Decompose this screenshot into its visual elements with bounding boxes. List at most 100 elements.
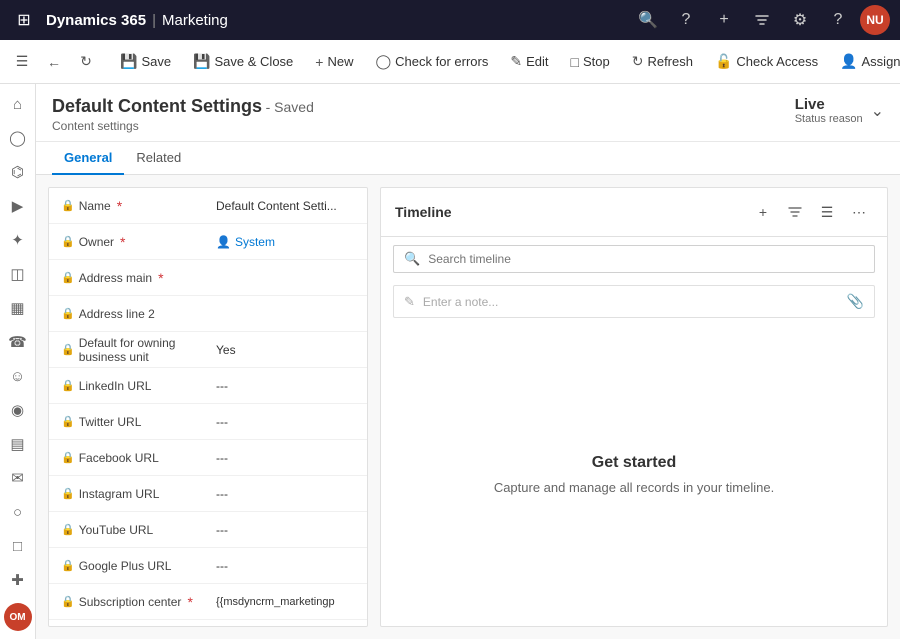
- sidebar-star[interactable]: ✦: [2, 224, 34, 256]
- sidebar-badge[interactable]: ✚: [2, 564, 34, 596]
- sidebar-pin[interactable]: ⌬: [2, 156, 34, 188]
- sidebar-history[interactable]: ◯: [2, 122, 34, 154]
- timeline-attachment-icon[interactable]: 📎: [847, 293, 864, 310]
- lock-icon-owner: 🔒: [61, 235, 75, 248]
- check-errors-icon: ◯: [375, 53, 391, 70]
- field-row-address-main: 🔒 Address main *: [49, 260, 367, 296]
- sidebar-folder[interactable]: □: [2, 530, 34, 562]
- field-value-address-line2[interactable]: [216, 310, 355, 318]
- timeline-panel: Timeline + ☰ ⋯ 🔍 ✎ Ente: [380, 187, 888, 627]
- save-close-icon: 💾: [193, 53, 210, 70]
- lock-icon-googleplus: 🔒: [61, 559, 75, 572]
- sidebar-om[interactable]: OM: [4, 603, 32, 631]
- field-value-address-main[interactable]: [216, 274, 355, 282]
- field-value-name: Default Content Setti...: [216, 195, 355, 217]
- save-button[interactable]: 💾 Save: [110, 48, 181, 75]
- main-layout: ⌂ ◯ ⌬ ▶ ✦ ◫ ▦ ☎ ☺ ◉ ▤ ✉ ○ □ ✚ OM Default…: [0, 84, 900, 639]
- sidebar-home[interactable]: ⌂: [2, 88, 34, 120]
- timeline-note-area: ✎ Enter a note... 📎: [393, 285, 875, 318]
- timeline-empty-title: Get started: [592, 454, 676, 472]
- field-value-youtube: ---: [216, 519, 355, 541]
- new-icon: +: [315, 54, 323, 70]
- lock-icon-instagram: 🔒: [61, 487, 75, 500]
- page-title: Default Content Settings - Saved: [52, 96, 314, 117]
- brand-name: Dynamics 365: [46, 12, 146, 29]
- tab-general[interactable]: General: [52, 142, 124, 175]
- field-label-name: 🔒 Name *: [61, 198, 216, 214]
- field-row-address-line2: 🔒 Address line 2: [49, 296, 367, 332]
- field-label-facebook: 🔒 Facebook URL: [61, 451, 216, 465]
- page-subtitle: Content settings: [52, 119, 314, 133]
- field-row-facebook: 🔒 Facebook URL ---: [49, 440, 367, 476]
- lock-icon-address2: 🔒: [61, 307, 75, 320]
- timeline-search[interactable]: 🔍: [393, 245, 875, 273]
- question-icon[interactable]: ?: [822, 4, 854, 36]
- timeline-list-icon[interactable]: ☰: [813, 198, 841, 226]
- brand-separator: |: [152, 12, 156, 29]
- timeline-more-icon[interactable]: ⋯: [845, 198, 873, 226]
- check-access-button[interactable]: 🔓 Check Access: [705, 48, 828, 75]
- status-chevron[interactable]: ⌄: [871, 101, 884, 121]
- field-value-googleplus: ---: [216, 555, 355, 577]
- refresh-button[interactable]: ↻ Refresh: [622, 48, 703, 75]
- field-label-owner: 🔒 Owner *: [61, 234, 216, 250]
- timeline-search-input[interactable]: [428, 252, 864, 266]
- hamburger-button[interactable]: ☰: [8, 48, 36, 76]
- grid-icon[interactable]: ⊞: [10, 6, 38, 34]
- lock-icon-linkedin: 🔒: [61, 379, 75, 392]
- sidebar-person[interactable]: ☺: [2, 360, 34, 392]
- back-button[interactable]: ←: [40, 48, 68, 76]
- top-nav-right: 🔍 ? + ⚙ ? NU: [632, 4, 890, 36]
- stop-button[interactable]: □ Stop: [561, 49, 620, 75]
- timeline-actions: + ☰ ⋯: [749, 198, 873, 226]
- field-row-twitter: 🔒 Twitter URL ---: [49, 404, 367, 440]
- avatar[interactable]: NU: [860, 5, 890, 35]
- edit-button[interactable]: ✎ Edit: [500, 48, 558, 75]
- sidebar-circle[interactable]: ○: [2, 496, 34, 528]
- sidebar-play[interactable]: ▶: [2, 190, 34, 222]
- sidebar-phone[interactable]: ☎: [2, 326, 34, 358]
- edit-icon: ✎: [510, 53, 522, 70]
- add-icon[interactable]: +: [708, 4, 740, 36]
- search-icon[interactable]: 🔍: [632, 4, 664, 36]
- field-row-owner: 🔒 Owner * 👤 System: [49, 224, 367, 260]
- field-label-default-owning: 🔒 Default for owning business unit: [61, 336, 216, 364]
- timeline-empty: Get started Capture and manage all recor…: [381, 322, 887, 626]
- check-errors-button[interactable]: ◯ Check for errors: [365, 48, 498, 75]
- sidebar-mail[interactable]: ✉: [2, 462, 34, 494]
- field-value-owner[interactable]: 👤 System: [216, 231, 355, 253]
- field-row-name: 🔒 Name * Default Content Setti...: [49, 188, 367, 224]
- timeline-header: Timeline + ☰ ⋯: [381, 188, 887, 237]
- tab-related[interactable]: Related: [124, 142, 193, 175]
- help-icon[interactable]: ?: [670, 4, 702, 36]
- field-label-instagram: 🔒 Instagram URL: [61, 487, 216, 501]
- timeline-empty-subtitle: Capture and manage all records in your t…: [494, 480, 774, 495]
- lock-icon-subscription: 🔒: [61, 595, 75, 608]
- sidebar-reports[interactable]: ▤: [2, 428, 34, 460]
- assign-button[interactable]: 👤 Assign: [830, 48, 900, 75]
- save-icon: 💾: [120, 53, 137, 70]
- top-nav: ⊞ Dynamics 365 | Marketing 🔍 ? + ⚙ ? NU: [0, 0, 900, 40]
- form-panel: 🔒 Name * Default Content Setti... 🔒 Owne…: [48, 187, 368, 627]
- timeline-add-icon[interactable]: +: [749, 198, 777, 226]
- field-label-subscription: 🔒 Subscription center *: [61, 594, 216, 610]
- field-label-address-line2: 🔒 Address line 2: [61, 307, 216, 321]
- lock-icon-address: 🔒: [61, 271, 75, 284]
- refresh-nav-button[interactable]: ↻: [72, 48, 100, 76]
- field-row-subscription: 🔒 Subscription center * {{msdyncrm_marke…: [49, 584, 367, 620]
- lock-icon-name: 🔒: [61, 199, 75, 212]
- timeline-filter-icon[interactable]: [781, 198, 809, 226]
- sidebar-calendar[interactable]: ▦: [2, 292, 34, 324]
- save-close-button[interactable]: 💾 Save & Close: [183, 48, 303, 75]
- lock-icon-default: 🔒: [61, 343, 75, 356]
- status-label: Live: [795, 96, 863, 113]
- new-button[interactable]: + New: [305, 49, 363, 75]
- lock-icon-facebook: 🔒: [61, 451, 75, 464]
- page-title-block: Default Content Settings - Saved Content…: [52, 96, 314, 133]
- refresh-icon: ↻: [632, 53, 644, 70]
- timeline-note-placeholder[interactable]: Enter a note...: [423, 295, 839, 309]
- sidebar-location[interactable]: ◉: [2, 394, 34, 426]
- sidebar-grid[interactable]: ◫: [2, 258, 34, 290]
- settings-icon[interactable]: ⚙: [784, 4, 816, 36]
- filter-icon[interactable]: [746, 4, 778, 36]
